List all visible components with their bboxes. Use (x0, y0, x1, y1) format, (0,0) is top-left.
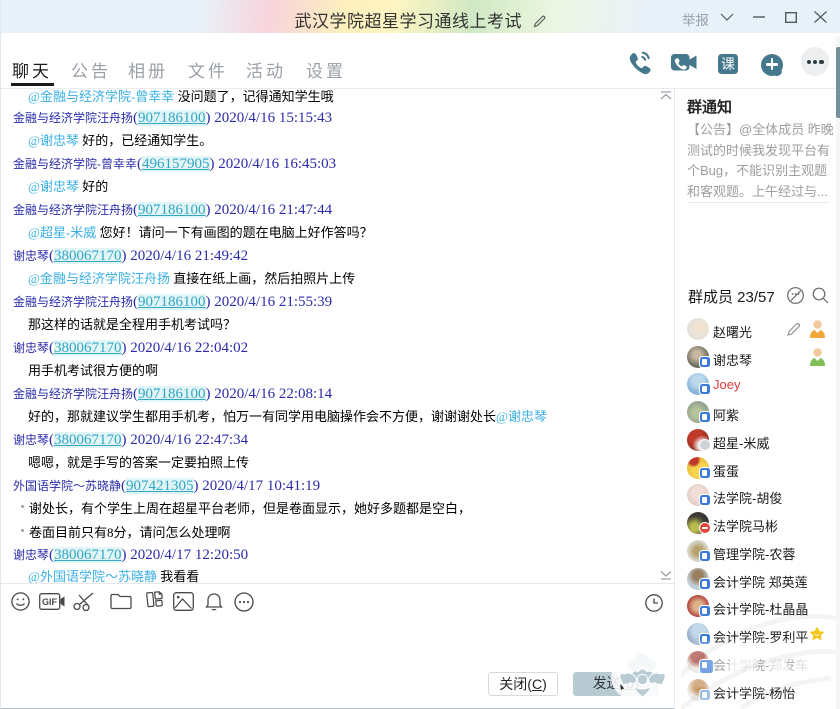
svg-text:GIF: GIF (42, 597, 58, 607)
